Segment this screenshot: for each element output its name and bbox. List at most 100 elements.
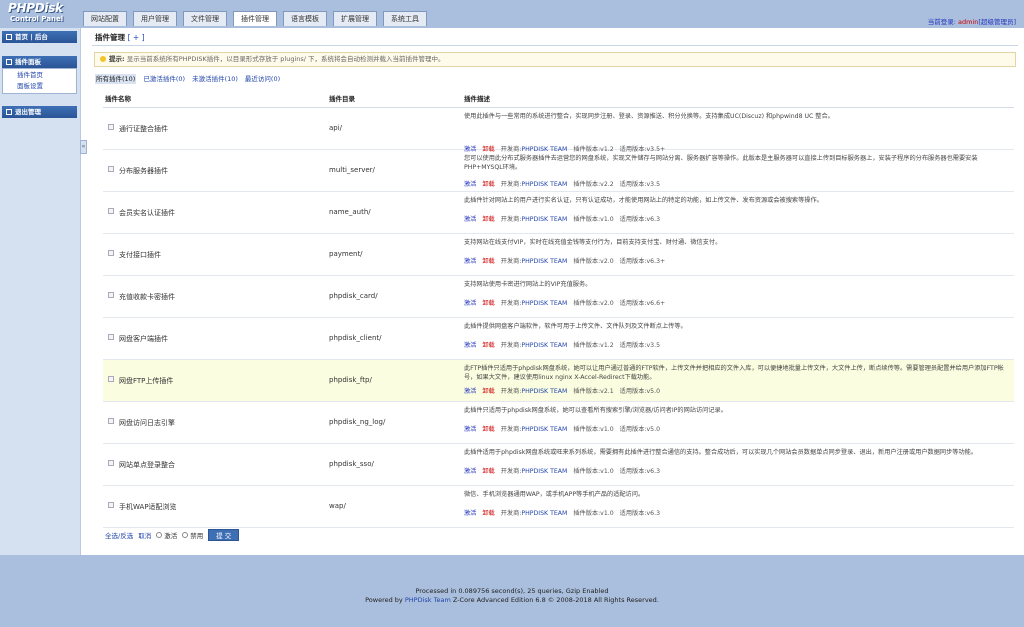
uninstall-link[interactable]: 卸载 [482,181,494,188]
header-name: 插件名称 [105,95,131,103]
activate-radio[interactable] [156,532,163,538]
page-title-text: 插件管理 [95,33,125,42]
plugin-meta: 激活 卸载 开发商:PHPDISK TEAM 插件版本:v2.1 适用版本:v5.0 [464,386,660,395]
top-tab[interactable]: 文件管理 [183,11,227,26]
sidebar-plugin-panel-label: 插件面板 [15,58,41,66]
developer-label: 开发商: [500,181,522,188]
activate-link[interactable]: 激活 [464,510,476,517]
developer-link[interactable]: PHPDISK TEAM [521,468,567,475]
row-checkbox[interactable] [108,502,114,508]
uninstall-link[interactable]: 卸载 [482,258,494,265]
plugin-compat: 适用版本:v5.0 [619,426,661,433]
plugin-name: 支付接口插件 [119,251,161,259]
uninstall-link[interactable]: 卸载 [482,468,494,475]
uninstall-link[interactable]: 卸载 [482,216,494,223]
plugin-version: 插件版本:v2.1 [573,388,614,395]
developer-link[interactable]: PHPDISK TEAM [521,388,567,395]
top-tab[interactable]: 扩展管理 [333,11,377,26]
developer-label: 开发商: [500,216,522,223]
sidebar-divider [80,28,81,555]
sidebar-logout[interactable]: 退出管理 [2,106,77,118]
plugin-version: 插件版本:v1.0 [573,426,614,433]
filter-tabs: 所有插件(10) 已激活插件(0) 未激活插件(10) 最近访问(0) [95,74,287,84]
developer-link[interactable]: PHPDISK TEAM [521,342,567,349]
table-row: 充值收款卡密插件 phpdisk_card/支持网站使用卡密进行网站上的VIP充值… [103,276,1014,318]
user-info: 当前登录: admin[超级管理员] [928,16,1016,26]
plugin-desc: 使用此插件与一些常用的系统进行整合，实现同步注册、登录、资源推送、积分兑换等。支… [464,113,834,120]
activate-link[interactable]: 激活 [464,468,476,475]
footer-copyright: Powered by PHPDisk Team Z-Core Advanced … [0,596,1024,604]
row-checkbox[interactable] [108,124,114,130]
uninstall-link[interactable]: 卸载 [482,300,494,307]
developer-link[interactable]: PHPDISK TEAM [521,300,567,307]
tip-text: 显示当前系统所有PHPDISK插件，以目录形式存放于 plugins/ 下，系统… [126,55,445,63]
uninstall-link[interactable]: 卸载 [482,426,494,433]
sidebar-plugin-panel[interactable]: 插件面板 [2,56,77,68]
user-name-link[interactable]: admin [958,18,978,26]
activate-link[interactable]: 激活 [464,426,476,433]
filter-tab[interactable]: 已激活插件(0) [143,74,185,84]
plugin-dir: phpdisk_ng_log/ [329,418,386,426]
sidebar-home[interactable]: 首页 | 后台 [2,31,77,43]
top-tab[interactable]: 网站配置 [83,11,127,26]
developer-link[interactable]: PHPDISK TEAM [521,510,567,517]
top-tab[interactable]: 语言模板 [283,11,327,26]
activate-link[interactable]: 激活 [464,388,476,395]
logo[interactable]: PHPDisk Control Panel [8,2,70,26]
row-checkbox[interactable] [108,376,114,382]
row-checkbox[interactable] [108,334,114,340]
activate-link[interactable]: 激活 [464,181,476,188]
activate-link[interactable]: 激活 [464,258,476,265]
row-checkbox[interactable] [108,166,114,172]
collapse-sidebar-button[interactable]: « [80,140,87,154]
select-all-link[interactable]: 全选/反选 [105,530,133,540]
tip-box: 提示: 显示当前系统所有PHPDISK插件，以目录形式存放于 plugins/ … [94,52,1016,67]
footer-team-link[interactable]: PHPDisk Team [405,596,451,604]
lightbulb-icon [100,56,106,62]
developer-label: 开发商: [500,388,522,395]
sidebar: 首页 | 后台 插件面板 插件首页 面板设置 退出管理 [0,28,80,555]
plugin-version: 插件版本:v1.0 [573,468,614,475]
activate-link[interactable]: 激活 [464,342,476,349]
user-role-link[interactable]: [超级管理员] [978,18,1016,26]
row-checkbox[interactable] [108,208,114,214]
developer-link[interactable]: PHPDISK TEAM [521,181,567,188]
sidebar-item-panel-settings[interactable]: 面板设置 [3,81,76,92]
cancel-link[interactable]: 取消 [138,530,151,540]
tip-label: 提示: [109,55,125,63]
row-checkbox[interactable] [108,292,114,298]
footer-powered-suffix: Z-Core Advanced Edition 6.8 © 2008-2018 … [450,596,659,604]
table-row: 网盘客户端插件 phpdisk_client/此插件提供网盘客户端软件，软件可用于… [103,318,1014,360]
row-checkbox[interactable] [108,250,114,256]
uninstall-link[interactable]: 卸载 [482,510,494,517]
plugin-name: 分布服务器插件 [119,167,168,175]
developer-link[interactable]: PHPDISK TEAM [521,258,567,265]
activate-link[interactable]: 激活 [464,300,476,307]
filter-tab[interactable]: 所有插件(10) [95,74,137,84]
top-tab[interactable]: 用户管理 [133,11,177,26]
plugin-compat: 适用版本:v5.0 [619,388,661,395]
row-checkbox[interactable] [108,460,114,466]
plugin-version: 插件版本:v2.0 [573,258,614,265]
submit-button[interactable]: 提 交 [208,529,240,541]
top-tab[interactable]: 系统工具 [383,11,427,26]
plugin-compat: 适用版本:v3.5 [619,181,661,188]
top-tab[interactable]: 插件管理 [233,11,277,26]
developer-link[interactable]: PHPDISK TEAM [521,426,567,433]
add-plugin-link[interactable]: [ + ] [128,33,145,42]
sidebar-item-plugin-home[interactable]: 插件首页 [3,70,76,81]
activate-link[interactable]: 激活 [464,216,476,223]
logo-title: PHPDisk [8,1,63,15]
disable-radio[interactable] [182,532,189,538]
plugin-compat: 适用版本:v6.3+ [619,258,666,265]
developer-link[interactable]: PHPDISK TEAM [521,216,567,223]
uninstall-link[interactable]: 卸载 [482,342,494,349]
filter-tab[interactable]: 未激活插件(10) [192,74,238,84]
plugin-compat: 适用版本:v6.3 [619,216,661,223]
uninstall-link[interactable]: 卸载 [482,388,494,395]
table-row: 手机WAP适配浏览 wap/微信、手机浏览器通用WAP，或手机APP等手机产品的适… [103,486,1014,528]
filter-tab[interactable]: 最近访问(0) [245,74,280,84]
row-checkbox[interactable] [108,418,114,424]
table-row: 通行证整合插件 api/使用此插件与一些常用的系统进行整合，实现同步注册、登录、资… [103,108,1014,153]
bulk-actions: 全选/反选 取消 激活 禁用 提 交 [105,529,240,541]
